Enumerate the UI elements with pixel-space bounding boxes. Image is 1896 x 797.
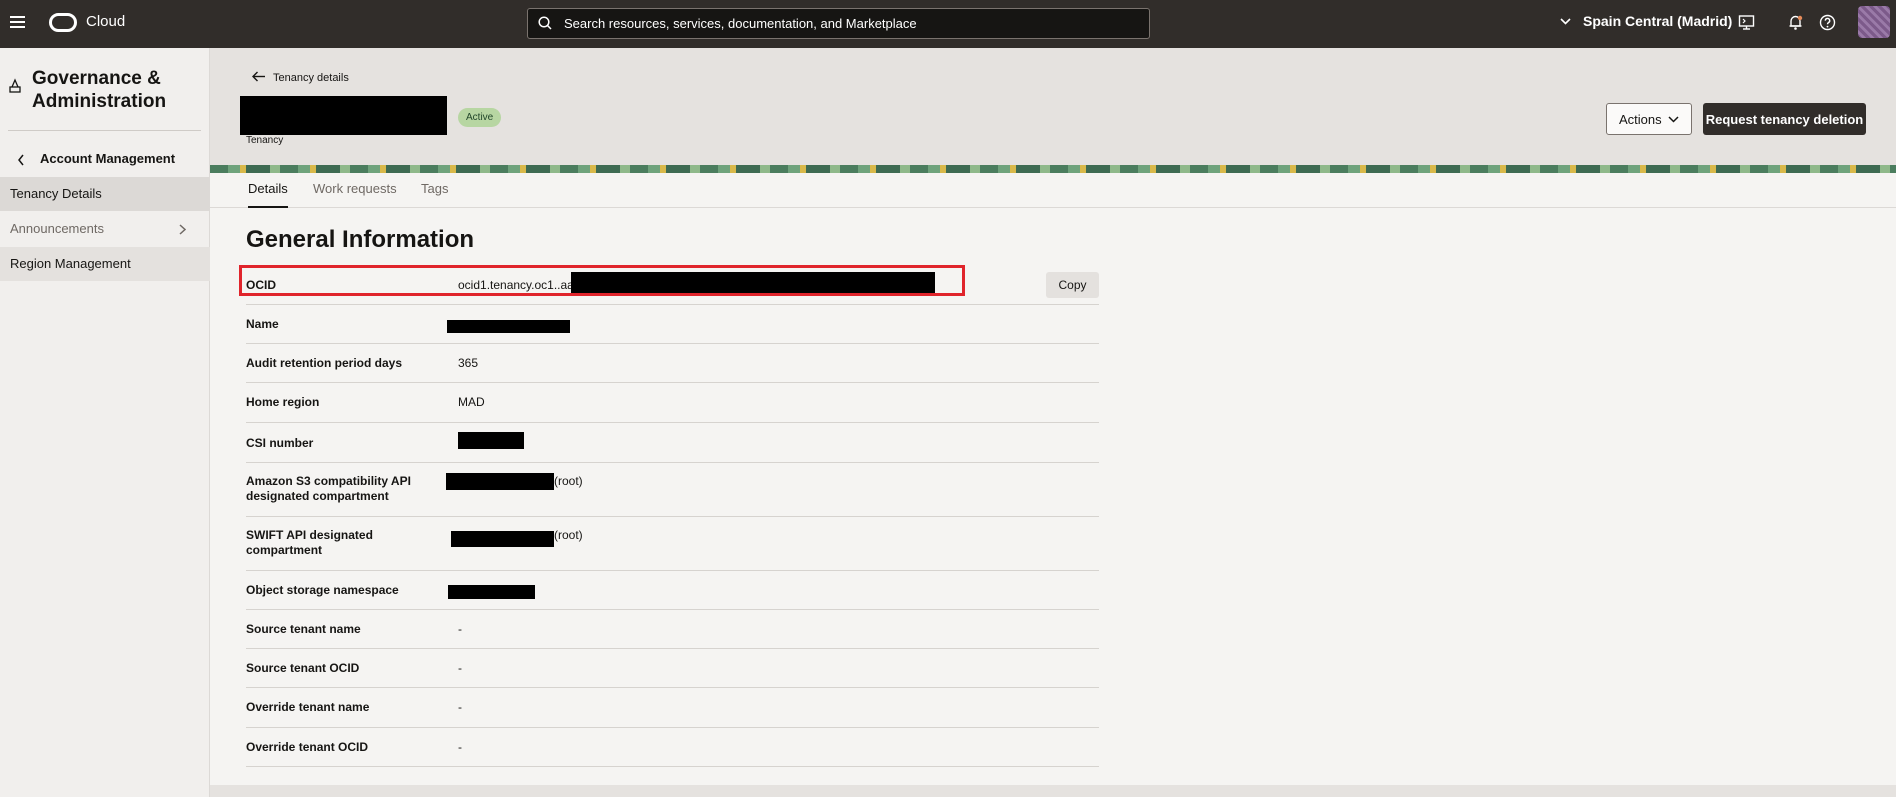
info-row-name: Name xyxy=(246,305,1099,344)
row-label: Object storage namespace xyxy=(246,583,399,597)
row-label: Override tenant name xyxy=(246,700,370,714)
notification-bell-icon[interactable] xyxy=(1787,14,1804,31)
sidebar-item-region-management[interactable]: Region Management xyxy=(0,247,210,281)
redacted-namespace xyxy=(448,585,535,599)
redacted-tenancy-name xyxy=(240,96,447,135)
tab-work-requests[interactable]: Work requests xyxy=(313,181,397,208)
info-row-source-tenant-name: Source tenant name - xyxy=(246,610,1099,649)
highlight-box xyxy=(239,265,965,296)
page-footer xyxy=(210,785,1896,797)
tab-tags[interactable]: Tags xyxy=(421,181,448,208)
chevron-down-icon xyxy=(1668,116,1679,123)
chevron-left-icon[interactable] xyxy=(17,154,25,166)
sidebar-item-label: Tenancy Details xyxy=(10,186,102,201)
row-label: Source tenant name xyxy=(246,622,361,636)
user-avatar[interactable] xyxy=(1858,6,1890,38)
brand-name[interactable]: Cloud xyxy=(86,13,125,30)
breadcrumb[interactable]: Tenancy details xyxy=(273,72,349,84)
section-title: General Information xyxy=(246,226,475,253)
oracle-logo-icon[interactable] xyxy=(49,13,77,32)
redacted-compartment xyxy=(451,531,554,547)
info-row-home-region: Home region MAD xyxy=(246,383,1099,423)
row-value: (root) xyxy=(554,528,583,542)
tab-bar: Details Work requests Tags xyxy=(210,173,1896,208)
info-row-override-tenant-name: Override tenant name - xyxy=(246,688,1099,728)
row-label: Home region xyxy=(246,395,320,409)
row-label: Name xyxy=(246,317,279,331)
row-value: - xyxy=(458,700,462,714)
info-row-audit-retention: Audit retention period days 365 xyxy=(246,344,1099,383)
row-value: - xyxy=(458,661,462,675)
sidebar-item-label: Region Management xyxy=(10,256,131,271)
info-row-namespace: Object storage namespace xyxy=(246,571,1099,610)
info-row-override-tenant-ocid: Override tenant OCID - xyxy=(246,728,1099,767)
info-row-source-tenant-ocid: Source tenant OCID - xyxy=(246,649,1099,688)
row-value: - xyxy=(458,622,462,636)
region-selector[interactable]: Spain Central (Madrid) xyxy=(1583,13,1732,29)
row-label: Source tenant OCID xyxy=(246,661,360,675)
info-row-swift-compartment: SWIFT API designated compartment (root) xyxy=(246,517,1099,571)
chevron-right-icon xyxy=(179,224,186,235)
tab-details[interactable]: Details xyxy=(248,181,288,208)
help-icon[interactable] xyxy=(1819,14,1836,31)
row-value: (root) xyxy=(554,474,583,488)
row-label: Amazon S3 compatibility API designated c… xyxy=(246,474,411,503)
info-row-s3-compartment: Amazon S3 compatibility API designated c… xyxy=(246,463,1099,517)
row-label: CSI number xyxy=(246,436,314,450)
sidebar: Governance & Administration Account Mana… xyxy=(0,48,210,797)
account-management-link[interactable]: Account Management xyxy=(40,151,175,166)
row-value: MAD xyxy=(458,395,485,409)
menu-icon[interactable] xyxy=(10,16,25,28)
row-label: Audit retention period days xyxy=(246,356,403,370)
row-label: Override tenant OCID xyxy=(246,740,369,754)
status-badge: Active xyxy=(458,108,502,127)
arrow-left-icon[interactable] xyxy=(252,71,266,82)
search-icon xyxy=(538,16,552,30)
top-bar: Cloud Spain Central (Madrid) xyxy=(0,0,1896,48)
sidebar-item-announcements[interactable]: Announcements xyxy=(0,212,210,246)
actions-button[interactable]: Actions xyxy=(1606,103,1692,135)
request-tenancy-deletion-button[interactable]: Request tenancy deletion xyxy=(1703,103,1866,135)
decorative-banner xyxy=(210,165,1896,173)
sidebar-item-tenancy-details[interactable]: Tenancy Details xyxy=(0,177,210,211)
redacted-compartment xyxy=(446,473,554,490)
chevron-down-icon[interactable] xyxy=(1560,18,1571,25)
actions-label: Actions xyxy=(1619,111,1662,127)
row-value: 365 xyxy=(458,356,479,370)
copy-button[interactable]: Copy xyxy=(1046,272,1099,298)
search-input[interactable] xyxy=(564,9,1134,38)
sidebar-title: Governance & Administration xyxy=(32,68,167,112)
info-row-csi-number: CSI number xyxy=(246,423,1099,463)
row-value: - xyxy=(458,740,462,754)
row-label: SWIFT API designated compartment xyxy=(246,528,373,557)
redacted-name xyxy=(447,320,570,333)
cloud-shell-icon[interactable] xyxy=(1738,14,1755,31)
page-subtitle: Tenancy xyxy=(246,135,284,146)
redacted-csi xyxy=(458,432,524,449)
sidebar-item-label: Announcements xyxy=(10,221,104,236)
governance-icon xyxy=(9,78,21,93)
search-bar[interactable] xyxy=(527,8,1150,39)
divider xyxy=(8,130,201,131)
